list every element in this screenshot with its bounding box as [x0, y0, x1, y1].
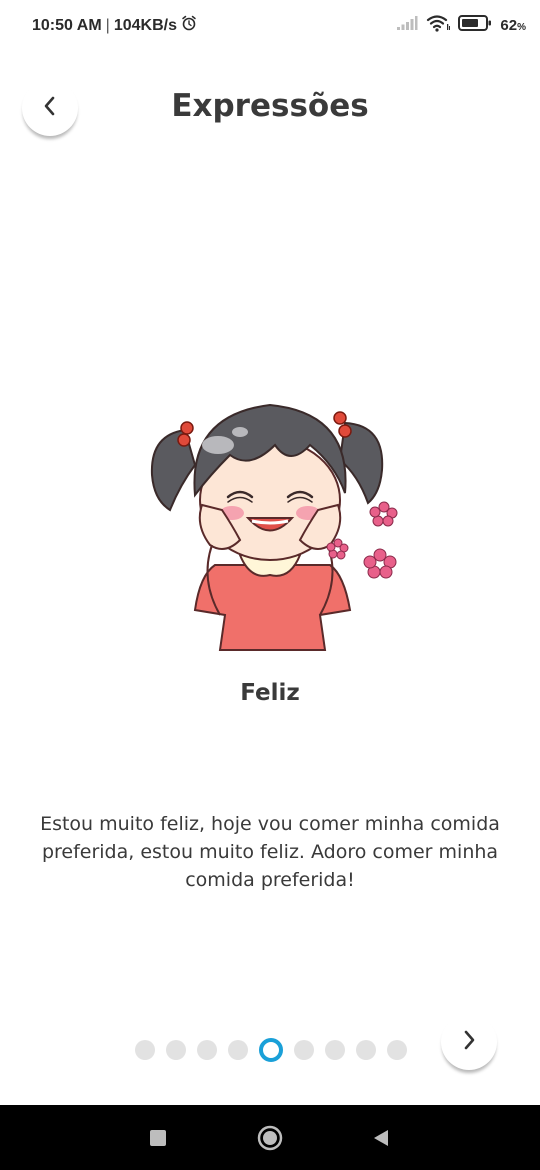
page-dot[interactable] [197, 1040, 217, 1060]
pagination-dots [135, 1038, 407, 1062]
recents-square-icon[interactable] [145, 1125, 171, 1151]
status-left: 10:50 AM | 104KB/s [32, 15, 197, 36]
status-right: 62% [396, 14, 526, 36]
back-triangle-icon[interactable] [368, 1125, 394, 1151]
page-dot[interactable] [387, 1040, 407, 1060]
system-nav-bar [0, 1105, 540, 1170]
page-dot-active[interactable] [259, 1038, 283, 1062]
page-dot[interactable] [294, 1040, 314, 1060]
status-bar: 10:50 AM | 104KB/s 62% [0, 0, 540, 50]
battery-level: 62% [500, 16, 526, 34]
next-button[interactable] [441, 1014, 497, 1070]
page-title: Expressões [171, 88, 369, 124]
signal-icon [396, 15, 418, 35]
chevron-right-icon [459, 1029, 479, 1055]
status-separator: | [105, 16, 110, 34]
network-speed: 104KB/s [113, 16, 177, 34]
home-circle-icon[interactable] [257, 1125, 283, 1151]
expression-name: Feliz [240, 680, 300, 706]
alarm-icon [181, 15, 197, 36]
status-time: 10:50 AM [32, 16, 102, 34]
wifi-icon [426, 14, 451, 36]
page-dot[interactable] [166, 1040, 186, 1060]
page-dot[interactable] [135, 1040, 155, 1060]
page-dot[interactable] [228, 1040, 248, 1060]
happy-girl-illustration [140, 375, 402, 655]
battery-icon [458, 14, 492, 36]
page-dot[interactable] [356, 1040, 376, 1060]
page-dot[interactable] [325, 1040, 345, 1060]
expression-description: Estou muito feliz, hoje vou comer minha … [40, 813, 500, 891]
